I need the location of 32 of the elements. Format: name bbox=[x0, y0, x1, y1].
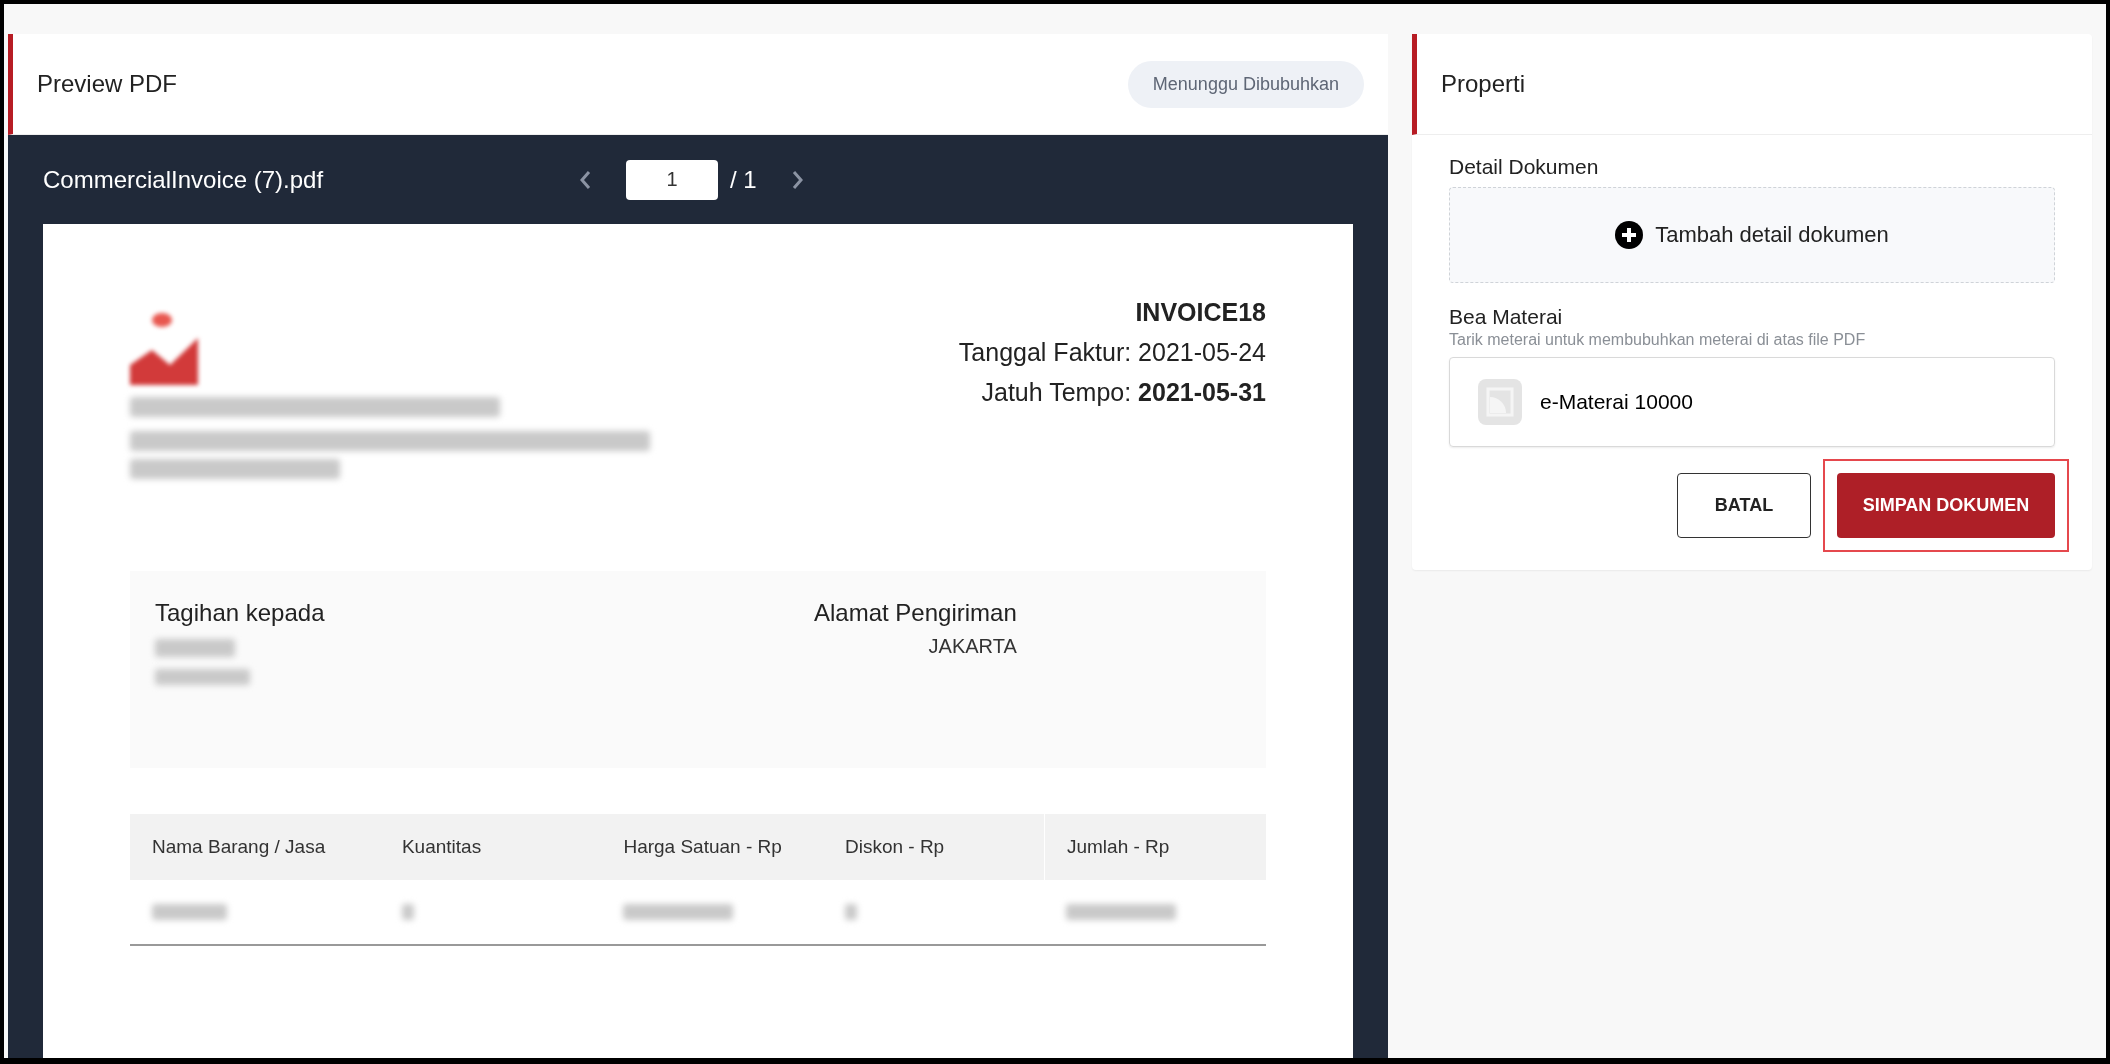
plus-circle-icon bbox=[1615, 221, 1644, 249]
hint-text: Tarik meterai untuk membubuhkan meterai di atas file PDF bbox=[1449, 331, 1867, 349]
logo-icon bbox=[130, 310, 200, 385]
page-total: / 1 bbox=[730, 165, 757, 194]
ship-to-title: Alamat Pengiriman bbox=[814, 599, 1017, 627]
redacted-text bbox=[401, 904, 414, 920]
column-header: Nama Barang / Jasa bbox=[130, 814, 380, 880]
add-detail-button[interactable]: Tambah detail dokumen bbox=[1449, 187, 2055, 283]
stamp-icon bbox=[1476, 377, 1524, 427]
cancel-button[interactable]: BATAL bbox=[1677, 473, 1811, 538]
ship-to-address: JAKARTA bbox=[928, 635, 1017, 658]
file-name: CommercialInvoice (7).pdf bbox=[43, 165, 325, 194]
panel-title: Properti bbox=[1441, 70, 1526, 98]
invoice-number: INVOICE18 bbox=[1134, 297, 1266, 328]
column-header: Jumlah - Rp bbox=[1044, 814, 1266, 880]
page-number-field[interactable]: 1 bbox=[626, 159, 718, 200]
section-label: Detail Dokumen bbox=[1449, 155, 1600, 179]
status-badge: Menunggu Dibubuhkan bbox=[1127, 60, 1364, 108]
stamp-name: e-Materai 10000 bbox=[1540, 390, 1693, 414]
due-date: Jatuh Tempo: 2021-05-31 bbox=[980, 377, 1266, 408]
bill-to-title: Tagihan kepada bbox=[155, 599, 326, 627]
stamp-item[interactable]: e-Materai 10000 bbox=[1449, 357, 2055, 447]
chevron-right-icon[interactable] bbox=[790, 168, 805, 191]
redacted-text bbox=[844, 904, 857, 920]
column-header: Harga Satuan - Rp bbox=[601, 814, 823, 880]
panel-title: Preview PDF bbox=[37, 70, 178, 98]
invoice-date: Tanggal Faktur: 2021-05-24 bbox=[958, 337, 1266, 368]
chevron-left-icon[interactable] bbox=[578, 168, 592, 191]
save-button[interactable]: SIMPAN DOKUMEN bbox=[1837, 473, 2055, 538]
column-header: Diskon - Rp bbox=[822, 814, 1045, 880]
section-label: Bea Materai bbox=[1449, 305, 1564, 329]
column-header: Kuantitas bbox=[379, 814, 602, 880]
